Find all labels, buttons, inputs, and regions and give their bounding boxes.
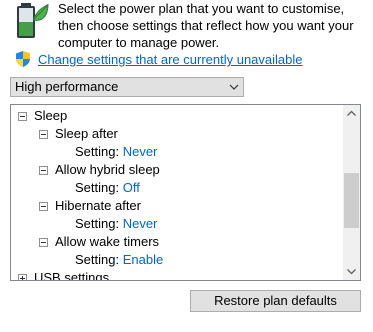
hybrid-sleep-setting[interactable]: Setting: Off — [75, 179, 140, 197]
setting-label: Setting: — [75, 180, 123, 195]
hybrid-sleep-value[interactable]: Off — [123, 180, 140, 195]
tree-item-wake-timers[interactable]: Allow wake timers — [55, 233, 159, 251]
restore-plan-defaults-button[interactable]: Restore plan defaults — [190, 290, 361, 312]
collapse-sleep-toggle[interactable] — [18, 112, 27, 121]
setting-label: Setting: — [75, 144, 123, 159]
power-plan-dropdown[interactable]: High performance — [10, 77, 244, 97]
power-plan-dropdown-value: High performance — [15, 79, 119, 94]
collapse-hybrid-sleep-toggle[interactable] — [39, 166, 48, 175]
tree-item-hibernate-after[interactable]: Hibernate after — [55, 197, 141, 215]
change-settings-link[interactable]: Change settings that are currently unava… — [38, 52, 303, 68]
sleep-after-setting[interactable]: Setting: Never — [75, 143, 157, 161]
tree-item-sleep[interactable]: Sleep — [34, 107, 67, 125]
hibernate-after-setting[interactable]: Setting: Never — [75, 215, 157, 233]
expand-usb-toggle[interactable] — [18, 274, 27, 280]
setting-label: Setting: — [75, 252, 123, 267]
vertical-scrollbar[interactable] — [343, 105, 360, 280]
power-plan-settings: Select the power plan that you want to c… — [0, 0, 373, 332]
hibernate-after-value[interactable]: Never — [123, 216, 158, 231]
wake-timers-setting[interactable]: Setting: Enable — [75, 251, 163, 269]
collapse-wake-timers-toggle[interactable] — [39, 238, 48, 247]
intro-text: Select the power plan that you want to c… — [58, 1, 354, 50]
tree-content: Sleep Sleep after Setting: Never Allow h… — [11, 105, 343, 280]
uac-shield-icon — [16, 51, 30, 67]
scroll-down-arrow-icon[interactable] — [343, 263, 360, 280]
scroll-up-arrow-icon[interactable] — [343, 105, 360, 122]
collapse-sleep-after-toggle[interactable] — [39, 130, 48, 139]
advanced-settings-tree[interactable]: Sleep Sleep after Setting: Never Allow h… — [10, 104, 361, 281]
sleep-after-value[interactable]: Never — [123, 144, 158, 159]
setting-label: Setting: — [75, 216, 123, 231]
tree-item-sleep-after[interactable]: Sleep after — [55, 125, 118, 143]
tree-item-usb-settings[interactable]: USB settings — [34, 269, 109, 280]
battery-leaf-icon — [17, 3, 49, 38]
scrollbar-thumb[interactable] — [344, 173, 359, 228]
tree-item-hybrid-sleep[interactable]: Allow hybrid sleep — [55, 161, 160, 179]
wake-timers-value[interactable]: Enable — [123, 252, 163, 267]
chevron-down-icon — [229, 84, 239, 90]
collapse-hibernate-after-toggle[interactable] — [39, 202, 48, 211]
